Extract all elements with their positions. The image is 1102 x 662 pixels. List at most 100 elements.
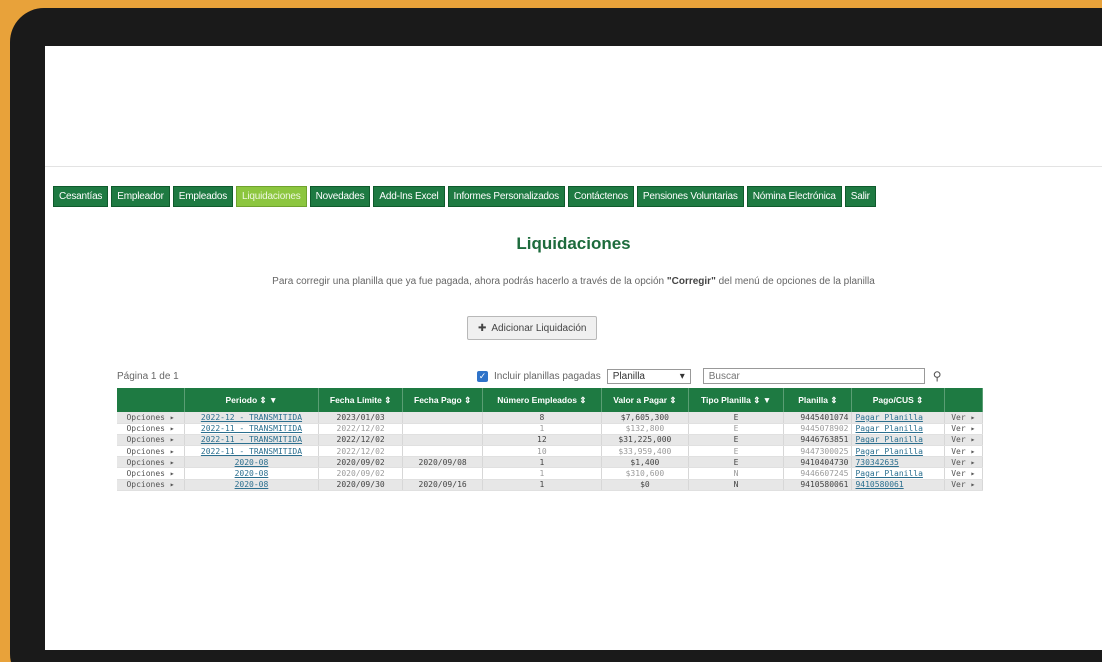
ver-value[interactable]: Ver ▸ (951, 413, 975, 422)
nav-item-9[interactable]: Nómina Electrónica (746, 186, 842, 207)
table-cell-pago (402, 434, 483, 447)
opciones-value[interactable]: Opciones ▸ (126, 469, 174, 478)
search-input[interactable] (702, 368, 925, 384)
column-header (117, 388, 186, 412)
column-header[interactable]: Valor a Pagar ⇕ (601, 388, 689, 412)
table-cell-periodo: 2022-12 - TRANSMITIDA (184, 412, 319, 424)
page-note: Para corregir una planilla que ya fue pa… (45, 276, 1102, 287)
table-cell-periodo: 2022-11 - TRANSMITIDA (184, 423, 319, 435)
ver-value[interactable]: Ver ▸ (951, 435, 975, 444)
opciones-value[interactable]: Opciones ▸ (126, 480, 174, 489)
valor-value: $132,800 (625, 424, 665, 434)
nav-item-4[interactable]: Novedades (309, 186, 371, 207)
table-cell-opciones: Opciones ▸ (117, 412, 186, 424)
table-cell-periodo: 2020-08 (184, 467, 319, 480)
periodo-value[interactable]: 2022-11 - TRANSMITIDA (201, 435, 302, 444)
ver-value[interactable]: Ver ▸ (951, 469, 975, 478)
planilla-value: 9445078902 (800, 424, 849, 434)
browser-screen: Cesantías Empleador Empleados Liquidaciones… (45, 46, 1102, 650)
table-cell-valor: $7,605,300 (601, 412, 689, 424)
planilla-value: 9445401074 (800, 412, 849, 422)
planilla-value: 9447300025 (800, 446, 849, 456)
table-cell-empleados: 10 (482, 445, 602, 458)
table-cell-planilla: 9446607245 (783, 467, 853, 480)
tipo-value: E (733, 435, 739, 445)
planilla-value: 9410404730 (800, 457, 849, 467)
periodo-value[interactable]: 2022-12 - TRANSMITIDA (201, 413, 302, 422)
tipo-value: E (733, 457, 739, 467)
table-body: Opciones ▸ 2022-12 - TRANSMITIDA 2023/01/0… (117, 412, 984, 491)
opciones-value[interactable]: Opciones ▸ (126, 424, 174, 433)
table-cell-cus: Pagar Planilla (851, 423, 945, 435)
column-header[interactable]: Planilla ⇕ (783, 388, 853, 412)
periodo-value[interactable]: 2020-08 (235, 469, 269, 478)
liquidations-table: Periodo ⇕ ▼ Fecha Límite ⇕ Fecha Pago ⇕ Núm… (117, 388, 984, 491)
table-cell-empleados: 12 (482, 434, 602, 447)
empleados-value: 10 (537, 446, 547, 456)
opciones-value[interactable]: Opciones ▸ (126, 413, 174, 422)
periodo-value[interactable]: 2022-11 - TRANSMITIDA (201, 424, 302, 433)
nav-item-1[interactable]: Empleador (111, 186, 170, 207)
pago-value: 2020/09/16 (418, 480, 467, 490)
opciones-value[interactable]: Opciones ▸ (126, 458, 174, 467)
column-header[interactable]: Pago/CUS ⇕ (851, 388, 945, 412)
table-cell-empleados: 1 (482, 479, 602, 491)
nav-item-8[interactable]: Pensiones Voluntarias (636, 186, 744, 207)
column-header[interactable]: Fecha Pago ⇕ (402, 388, 483, 412)
nav-item-0[interactable]: Cesantías (53, 186, 109, 207)
periodo-value[interactable]: 2020-08 (235, 458, 269, 467)
periodo-value[interactable]: 2022-11 - TRANSMITIDA (201, 447, 302, 456)
column-header[interactable]: Fecha Límite ⇕ (318, 388, 404, 412)
table-cell-pago (402, 445, 483, 458)
empleados-value: 1 (539, 424, 545, 434)
empleados-value: 8 (539, 412, 545, 422)
cus-value[interactable]: Pagar Planilla (855, 424, 922, 433)
table-cell-limite: 2022/12/02 (318, 423, 404, 435)
limite-value: 2023/01/03 (336, 412, 385, 422)
nav-item-10[interactable]: Salir (844, 186, 876, 207)
ver-value[interactable]: Ver ▸ (951, 458, 975, 467)
valor-value: $33,959,400 (618, 446, 672, 456)
header-divider (45, 166, 1102, 167)
table-row: Opciones ▸ 2020-08 2020/09/02 1 $310,600 N 944… (117, 467, 984, 480)
nav-item-3[interactable]: Liquidaciones (236, 186, 307, 207)
table-cell-periodo: 2020-08 (184, 456, 319, 469)
column-header[interactable]: Número Empleados ⇕ (482, 388, 602, 412)
tipo-value: N (733, 469, 739, 479)
cus-value[interactable]: 9410580061 (855, 480, 903, 489)
cus-value[interactable]: Pagar Planilla (855, 435, 922, 444)
main-nav: Cesantías Empleador Empleados Liquidaciones… (53, 186, 876, 207)
table-cell-tipo: E (688, 412, 785, 424)
table-cell-opciones: Opciones ▸ (117, 456, 186, 469)
table-cell-cus: 9410580061 (851, 479, 945, 491)
opciones-value[interactable]: Opciones ▸ (126, 435, 174, 444)
cus-value[interactable]: Pagar Planilla (855, 469, 922, 478)
valor-value: $0 (640, 480, 650, 490)
ver-value[interactable]: Ver ▸ (951, 447, 975, 456)
search-type-select[interactable]: Planilla ▾ (606, 368, 691, 384)
opciones-value[interactable]: Opciones ▸ (126, 447, 174, 456)
empleados-value: 1 (539, 457, 545, 467)
include-paid-checkbox[interactable]: ✓ (477, 370, 488, 382)
planilla-value: 9446763851 (800, 435, 849, 445)
filter-bar: ✓ Incluir planillas pagadas Planilla ▾ ⚲ (477, 368, 942, 384)
nav-item-2[interactable]: Empleados (172, 186, 234, 207)
column-header[interactable]: Tipo Planilla ⇕ ▼ (688, 388, 785, 412)
cus-value[interactable]: Pagar Planilla (855, 447, 922, 456)
nav-item-7[interactable]: Contáctenos (567, 186, 634, 207)
add-liquidation-button[interactable]: ✚ Adicionar Liquidación (467, 316, 598, 340)
table-cell-planilla: 9446763851 (783, 434, 853, 447)
periodo-value[interactable]: 2020-08 (235, 480, 269, 489)
table-cell-limite: 2020/09/02 (318, 467, 404, 480)
cus-value[interactable]: 730342635 (855, 458, 898, 467)
empleados-value: 1 (539, 469, 545, 479)
column-header[interactable]: Periodo ⇕ ▼ (184, 388, 319, 412)
ver-value[interactable]: Ver ▸ (951, 424, 975, 433)
table-cell-pago (402, 467, 483, 480)
nav-item-6[interactable]: Informes Personalizados (447, 186, 565, 207)
cus-value[interactable]: Pagar Planilla (855, 413, 922, 422)
search-icon[interactable]: ⚲ (933, 369, 942, 383)
nav-item-5[interactable]: Add-Ins Excel (373, 186, 445, 207)
ver-value[interactable]: Ver ▸ (951, 480, 975, 489)
limite-value: 2022/12/02 (336, 435, 385, 445)
